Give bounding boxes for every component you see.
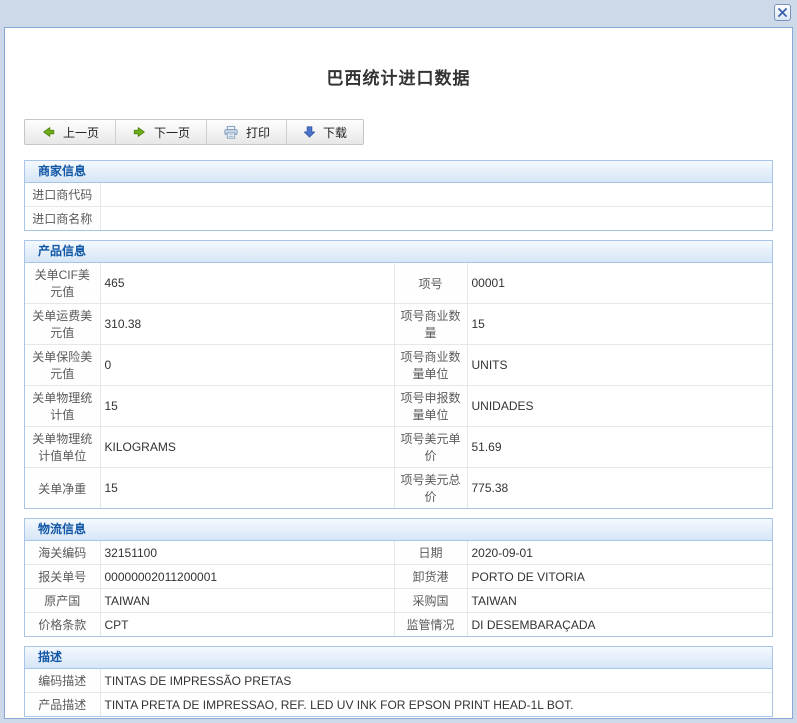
x-icon [778,8,787,17]
field-value: 15 [467,304,772,345]
field-value: DI DESEMBARAÇADA [467,613,772,637]
table-row: 产品描述 TINTA PRETA DE IMPRESSAO, REF. LED … [25,693,772,717]
next-page-button[interactable]: 下一页 [116,120,207,144]
product-table: 关单CIF美元值 465 项号 00001 关单运费美元值 310.38 项号商… [25,263,772,508]
field-label: 项号申报数量单位 [394,386,467,427]
field-label: 关单物理统计值 [25,386,100,427]
table-row: 编码描述 TINTAS DE IMPRESSÃO PRETAS [25,669,772,693]
field-label: 价格条款 [25,613,100,637]
field-value: CPT [100,613,394,637]
prev-page-button[interactable]: 上一页 [25,120,116,144]
field-value: TINTAS DE IMPRESSÃO PRETAS [100,669,772,693]
field-label: 进口商名称 [25,207,100,231]
field-label: 卸货港 [394,565,467,589]
table-row: 关单保险美元值 0 项号商业数量单位 UNITS [25,345,772,386]
merchant-table: 进口商代码 进口商名称 [25,183,772,230]
field-value: 32151100 [100,541,394,565]
field-label: 关单CIF美元值 [25,263,100,304]
field-value: 15 [100,468,394,509]
field-label: 日期 [394,541,467,565]
field-label: 原产国 [25,589,100,613]
field-value: TAIWAN [467,589,772,613]
field-label: 关单净重 [25,468,100,509]
field-value: UNITS [467,345,772,386]
table-row: 关单CIF美元值 465 项号 00001 [25,263,772,304]
field-value: TAIWAN [100,589,394,613]
field-label: 进口商代码 [25,183,100,207]
table-row: 关单运费美元值 310.38 项号商业数量 15 [25,304,772,345]
field-label: 关单保险美元值 [25,345,100,386]
download-label: 下载 [323,124,347,141]
close-button[interactable] [774,4,791,21]
download-button[interactable]: 下载 [287,120,363,144]
field-label: 监管情况 [394,613,467,637]
field-value [100,207,772,231]
field-label: 项号美元总价 [394,468,467,509]
field-label: 采购国 [394,589,467,613]
field-value [100,183,772,207]
next-page-label: 下一页 [154,124,190,141]
prev-page-label: 上一页 [63,124,99,141]
section-product-title: 产品信息 [25,241,772,263]
field-label: 项号美元单价 [394,427,467,468]
field-label: 项号 [394,263,467,304]
field-value: 310.38 [100,304,394,345]
field-label: 项号商业数量 [394,304,467,345]
field-label: 报关单号 [25,565,100,589]
description-table: 编码描述 TINTAS DE IMPRESSÃO PRETAS 产品描述 TIN… [25,669,772,716]
field-label: 海关编码 [25,541,100,565]
print-label: 打印 [246,124,270,141]
field-label: 编码描述 [25,669,100,693]
blue-arrow-down-icon [303,125,316,139]
field-value: 465 [100,263,394,304]
table-row: 海关编码 32151100 日期 2020-09-01 [25,541,772,565]
table-row: 进口商名称 [25,207,772,231]
table-row: 关单净重 15 项号美元总价 775.38 [25,468,772,509]
section-merchant-title: 商家信息 [25,161,772,183]
table-row: 原产国 TAIWAN 采购国 TAIWAN [25,589,772,613]
section-merchant-info: 商家信息 进口商代码 进口商名称 [24,160,773,231]
field-value: 775.38 [467,468,772,509]
table-row: 价格条款 CPT 监管情况 DI DESEMBARAÇADA [25,613,772,637]
section-logistics-info: 物流信息 海关编码 32151100 日期 2020-09-01 报关单号 00… [24,518,773,637]
field-value: KILOGRAMS [100,427,394,468]
field-label: 项号商业数量单位 [394,345,467,386]
field-label: 产品描述 [25,693,100,717]
table-row: 关单物理统计值 15 项号申报数量单位 UNIDADES [25,386,772,427]
section-product-info: 产品信息 关单CIF美元值 465 项号 00001 关单运费美元值 310.3… [24,240,773,509]
field-value: 00000002011200001 [100,565,394,589]
field-label: 关单物理统计值单位 [25,427,100,468]
field-value: 0 [100,345,394,386]
green-arrow-right-icon [132,125,147,139]
dialog-brazil-import-data: { "window": { "title": "巴西统计进口数据" }, "ic… [0,0,797,723]
page-title: 巴西统计进口数据 [5,64,792,89]
field-label: 关单运费美元值 [25,304,100,345]
table-row: 报关单号 00000002011200001 卸货港 PORTO DE VITO… [25,565,772,589]
field-value: 00001 [467,263,772,304]
sections-container: 商家信息 进口商代码 进口商名称 产品信息 关单CIF美元值 4 [24,160,773,717]
table-row: 进口商代码 [25,183,772,207]
section-logistics-title: 物流信息 [25,519,772,541]
field-value: UNIDADES [467,386,772,427]
printer-icon [223,125,239,140]
table-row: 关单物理统计值单位 KILOGRAMS 项号美元单价 51.69 [25,427,772,468]
field-value: 15 [100,386,394,427]
print-button[interactable]: 打印 [207,120,287,144]
section-description: 描述 编码描述 TINTAS DE IMPRESSÃO PRETAS 产品描述 … [24,646,773,717]
content-panel: 巴西统计进口数据 上一页 下一页 [4,27,793,719]
field-value: TINTA PRETA DE IMPRESSAO, REF. LED UV IN… [100,693,772,717]
field-value: 51.69 [467,427,772,468]
section-description-title: 描述 [25,647,772,669]
toolbar: 上一页 下一页 打印 [24,119,364,145]
field-value: PORTO DE VITORIA [467,565,772,589]
logistics-table: 海关编码 32151100 日期 2020-09-01 报关单号 0000000… [25,541,772,636]
green-arrow-left-icon [41,125,56,139]
field-value: 2020-09-01 [467,541,772,565]
